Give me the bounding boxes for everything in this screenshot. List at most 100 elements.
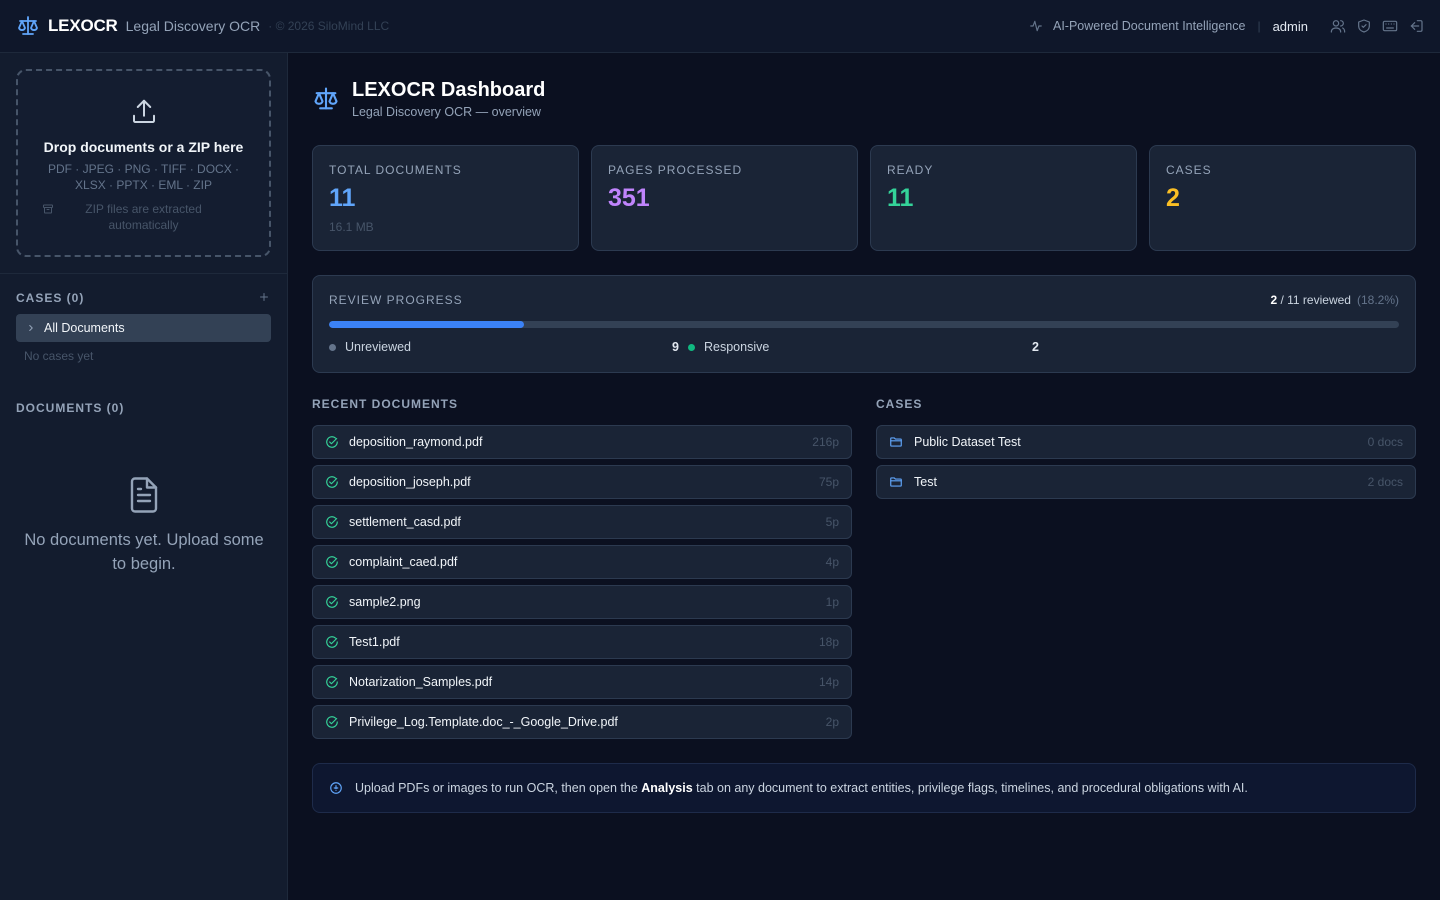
check-circle-icon <box>325 675 339 689</box>
stat-label: TOTAL DOCUMENTS <box>329 163 462 177</box>
check-circle-icon <box>325 515 339 529</box>
stat-card-pages-processed: PAGES PROCESSED 351 <box>591 145 858 251</box>
info-icon <box>329 781 343 795</box>
review-progress-label: REVIEW PROGRESS <box>329 293 463 307</box>
document-row[interactable]: settlement_casd.pdf 5p <box>312 505 852 539</box>
no-cases-text: No cases yet <box>24 349 94 363</box>
document-row[interactable]: Test1.pdf 18p <box>312 625 852 659</box>
page-title: LEXOCR Dashboard <box>352 79 546 101</box>
sidebar-item-label: All Documents <box>44 321 125 335</box>
info-text-after: tab on any document to extract entities,… <box>692 781 1248 795</box>
review-progress-bar <box>329 321 1399 328</box>
sidebar-divider <box>0 273 288 274</box>
users-icon[interactable] <box>1330 18 1346 34</box>
document-name: Privilege_Log.Template.doc_-_Google_Driv… <box>349 715 618 729</box>
case-doc-count: 0 docs <box>1367 435 1403 449</box>
shield-icon[interactable] <box>1356 18 1372 34</box>
document-pages: 75p <box>818 475 839 489</box>
dropzone-title: Drop documents or a ZIP here <box>43 139 244 155</box>
check-circle-icon <box>325 715 339 729</box>
case-row[interactable]: Test 2 docs <box>876 465 1416 499</box>
stat-card-total-documents: TOTAL DOCUMENTS 11 16.1 MB <box>312 145 579 251</box>
document-name: deposition_raymond.pdf <box>349 435 483 449</box>
legend-unreviewed: Unreviewed <box>329 340 411 354</box>
document-row[interactable]: sample2.png 1p <box>312 585 852 619</box>
review-progress-card: REVIEW PROGRESS 2 / 11 reviewed (18.2%) U… <box>312 275 1416 373</box>
keyboard-icon[interactable] <box>1382 18 1398 34</box>
tagline: AI-Powered Document Intelligence <box>1052 19 1246 33</box>
legend-label: Responsive <box>704 340 770 354</box>
check-circle-icon <box>325 595 339 609</box>
document-name: Test1.pdf <box>349 635 400 649</box>
stat-card-cases: CASES 2 <box>1149 145 1416 251</box>
stat-value: 351 <box>608 184 650 212</box>
review-progress-fill <box>329 321 524 328</box>
document-pages: 4p <box>825 555 839 569</box>
sidebar-item-all-documents[interactable]: All Documents <box>16 314 271 342</box>
cases-title: CASES <box>876 397 923 411</box>
check-circle-icon <box>325 555 339 569</box>
zip-note-row: ZIP files are extracted automatically <box>18 201 269 233</box>
document-row[interactable]: Privilege_Log.Template.doc_-_Google_Driv… <box>312 705 852 739</box>
document-name: deposition_joseph.pdf <box>349 475 471 489</box>
brand-name: LEXOCR <box>48 16 118 35</box>
header-actions: AI-Powered Document Intelligence | admin <box>1029 18 1424 34</box>
document-name: Notarization_Samples.pdf <box>349 675 493 689</box>
activity-icon <box>1029 19 1043 33</box>
stat-label: CASES <box>1166 163 1212 177</box>
document-name: settlement_casd.pdf <box>349 515 461 529</box>
main-content: LEXOCR Dashboard Legal Discovery OCR — o… <box>288 53 1440 900</box>
stat-value: 11 <box>329 184 356 212</box>
review-progress-summary: 2 / 11 reviewed (18.2%) <box>1270 293 1399 307</box>
stat-card-ready: READY 11 <box>870 145 1137 251</box>
check-circle-icon <box>325 635 339 649</box>
case-doc-count: 2 docs <box>1367 475 1403 489</box>
reviewed-total: / 11 reviewed <box>1277 293 1351 307</box>
legend-dot <box>329 343 336 351</box>
check-circle-icon <box>325 475 339 489</box>
archive-icon <box>42 203 54 215</box>
scale-icon <box>16 14 40 38</box>
zip-note: ZIP files are extracted automatically <box>85 202 202 232</box>
add-case-icon[interactable] <box>258 291 270 303</box>
document-pages: 2p <box>825 715 839 729</box>
legend-responsive: Responsive <box>688 340 769 354</box>
document-row[interactable]: complaint_caed.pdf 4p <box>312 545 852 579</box>
document-pages: 216p <box>812 435 839 449</box>
document-pages: 1p <box>825 595 839 609</box>
header-separator: | <box>1257 19 1261 33</box>
case-row[interactable]: Public Dataset Test 0 docs <box>876 425 1416 459</box>
top-bar: LEXOCR Legal Discovery OCR · © 2026 Silo… <box>0 0 1440 53</box>
check-circle-icon <box>325 435 339 449</box>
scale-icon <box>312 85 340 113</box>
reviewed-percent: (18.2%) <box>1356 293 1399 307</box>
info-text-before: Upload PDFs or images to run OCR, then o… <box>355 781 642 795</box>
documents-section-title: DOCUMENTS (0) <box>16 401 125 415</box>
copyright: · © 2026 SiloMind LLC <box>268 19 390 33</box>
document-row[interactable]: Notarization_Samples.pdf 14p <box>312 665 852 699</box>
stat-label: PAGES PROCESSED <box>608 163 743 177</box>
legend-dot <box>688 343 695 351</box>
case-name: Test <box>914 475 937 489</box>
cases-section-title: CASES (0) <box>16 291 85 305</box>
stat-label: READY <box>887 163 934 177</box>
logout-icon[interactable] <box>1408 18 1424 34</box>
folder-icon <box>889 435 903 449</box>
username: admin <box>1272 18 1308 34</box>
document-row[interactable]: deposition_joseph.pdf 75p <box>312 465 852 499</box>
document-pages: 18p <box>818 635 839 649</box>
recent-documents-title: RECENT DOCUMENTS <box>312 397 459 411</box>
brand-subtitle: Legal Discovery OCR <box>125 18 261 34</box>
document-name: complaint_caed.pdf <box>349 555 458 569</box>
legend-label: Unreviewed <box>345 340 412 354</box>
upload-dropzone[interactable]: Drop documents or a ZIP here PDF · JPEG … <box>16 69 271 257</box>
document-name: sample2.png <box>349 595 421 609</box>
sidebar: Drop documents or a ZIP here PDF · JPEG … <box>0 53 288 900</box>
stat-subtext: 16.1 MB <box>329 220 374 234</box>
case-name: Public Dataset Test <box>914 435 1021 449</box>
page-subtitle: Legal Discovery OCR — overview <box>352 105 541 119</box>
info-text: Upload PDFs or images to run OCR, then o… <box>355 781 1248 795</box>
document-row[interactable]: deposition_raymond.pdf 216p <box>312 425 852 459</box>
folder-icon <box>889 475 903 489</box>
document-pages: 5p <box>825 515 839 529</box>
